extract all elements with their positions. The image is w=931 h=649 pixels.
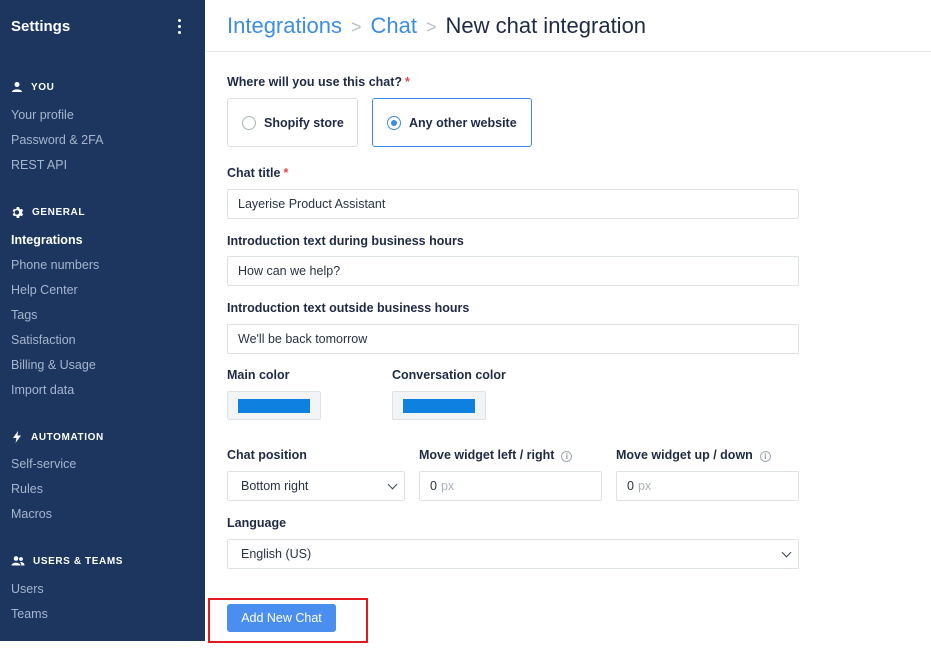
main-color-picker[interactable] — [227, 391, 321, 420]
intro-business-label: Introduction text during business hours — [227, 234, 464, 248]
kebab-menu-icon[interactable] — [171, 16, 187, 36]
chevron-down-icon — [387, 479, 398, 489]
chat-position-label: Chat position — [227, 448, 307, 462]
breadcrumb-separator: > — [425, 16, 437, 37]
section-you: YOU — [11, 81, 54, 93]
add-new-chat-button[interactable]: Add New Chat — [227, 604, 336, 632]
conversation-color-label: Conversation color — [392, 368, 506, 382]
section-automation: AUTOMATION — [11, 431, 104, 443]
option-label: Any other website — [409, 115, 517, 130]
sidebar-item-rest-api[interactable]: REST API — [11, 158, 67, 172]
chevron-down-icon — [781, 547, 792, 557]
option-shopify-store[interactable]: Shopify store — [227, 98, 358, 147]
move-left-right-value: 0 — [430, 479, 437, 493]
intro-business-value: How can we help? — [238, 264, 341, 278]
sidebar-item-satisfaction[interactable]: Satisfaction — [11, 333, 76, 347]
sidebar-item-password-2fa[interactable]: Password & 2FA — [11, 133, 103, 147]
sidebar-item-your-profile[interactable]: Your profile — [11, 108, 74, 122]
usage-question-label: Where will you use this chat? * — [227, 75, 410, 89]
move-up-down-label-text: Move widget up / down — [616, 448, 753, 462]
page-title: New chat integration — [445, 12, 647, 38]
chat-title-label-text: Chat title — [227, 166, 281, 180]
unit-label: px — [637, 479, 652, 493]
main-color-swatch — [238, 398, 310, 413]
move-left-right-label-text: Move widget left / right — [419, 448, 555, 462]
gear-icon — [12, 206, 24, 219]
conversation-color-picker[interactable] — [392, 391, 486, 420]
users-icon — [11, 556, 25, 566]
move-up-down-input[interactable]: 0 px — [616, 471, 799, 501]
breadcrumb: Integrations > Chat > New chat integration — [227, 13, 646, 39]
sidebar-item-help-center[interactable]: Help Center — [11, 283, 78, 297]
info-icon[interactable]: i — [759, 451, 771, 462]
language-value: English (US) — [241, 547, 312, 561]
section-label: YOU — [31, 81, 55, 93]
language-label: Language — [227, 516, 287, 530]
sidebar-item-rules[interactable]: Rules — [11, 482, 43, 496]
main-color-label: Main color — [227, 368, 290, 382]
required-mark: * — [283, 166, 289, 180]
radio-unselected[interactable] — [242, 115, 256, 130]
sidebar-header: Settings — [0, 0, 205, 52]
intro-outside-input[interactable]: We'll be back tomorrow — [227, 324, 799, 354]
sidebar-item-integrations[interactable]: Integrations — [11, 233, 83, 247]
conversation-color-swatch — [403, 398, 475, 413]
section-users-teams: USERS & TEAMS — [11, 555, 123, 567]
user-icon — [12, 82, 22, 92]
required-mark: * — [405, 75, 410, 89]
language-select[interactable]: English (US) — [227, 539, 799, 569]
sidebar-item-billing-usage[interactable]: Billing & Usage — [11, 358, 96, 372]
sidebar-item-users[interactable]: Users — [11, 582, 44, 596]
option-label: Shopify store — [264, 115, 344, 130]
option-any-other-website[interactable]: Any other website — [372, 98, 532, 147]
breadcrumb-integrations[interactable]: Integrations — [227, 13, 342, 38]
sidebar-item-macros[interactable]: Macros — [11, 507, 52, 521]
sidebar-title: Settings — [11, 17, 71, 35]
sidebar-item-import-data[interactable]: Import data — [11, 383, 74, 397]
radio-selected[interactable] — [387, 115, 401, 130]
breadcrumb-separator: > — [350, 16, 362, 37]
move-left-right-label: Move widget left / right i — [419, 448, 573, 462]
move-left-right-input[interactable]: 0 px — [419, 471, 602, 501]
breadcrumb-chat[interactable]: Chat — [370, 13, 416, 38]
chat-title-input[interactable]: Layerise Product Assistant — [227, 189, 799, 219]
chat-position-select[interactable]: Bottom right — [227, 471, 405, 501]
settings-sidebar: Settings YOU Your profile Password & 2FA… — [0, 0, 205, 641]
chat-title-value: Layerise Product Assistant — [238, 197, 386, 211]
usage-question-text: Where will you use this chat? — [227, 75, 403, 89]
info-icon[interactable]: i — [561, 451, 573, 462]
sidebar-item-tags[interactable]: Tags — [11, 308, 37, 322]
intro-outside-value: We'll be back tomorrow — [238, 332, 368, 346]
section-general: GENERAL — [11, 206, 85, 219]
chat-position-value: Bottom right — [241, 479, 309, 493]
lightning-icon — [13, 431, 21, 443]
sidebar-item-phone-numbers[interactable]: Phone numbers — [11, 258, 99, 272]
intro-business-input[interactable]: How can we help? — [227, 256, 799, 286]
unit-label: px — [440, 479, 455, 493]
section-label: USERS & TEAMS — [33, 555, 124, 567]
intro-outside-label: Introduction text outside business hours — [227, 301, 470, 315]
section-label: GENERAL — [32, 207, 86, 218]
move-up-down-value: 0 — [627, 479, 634, 493]
sidebar-item-self-service[interactable]: Self-service — [11, 457, 76, 471]
section-label: AUTOMATION — [31, 431, 104, 443]
move-up-down-label: Move widget up / down i — [616, 448, 771, 462]
sidebar-item-teams[interactable]: Teams — [11, 607, 48, 621]
chat-title-label: Chat title * — [227, 166, 288, 180]
page-header: Integrations > Chat > New chat integration — [205, 0, 931, 52]
